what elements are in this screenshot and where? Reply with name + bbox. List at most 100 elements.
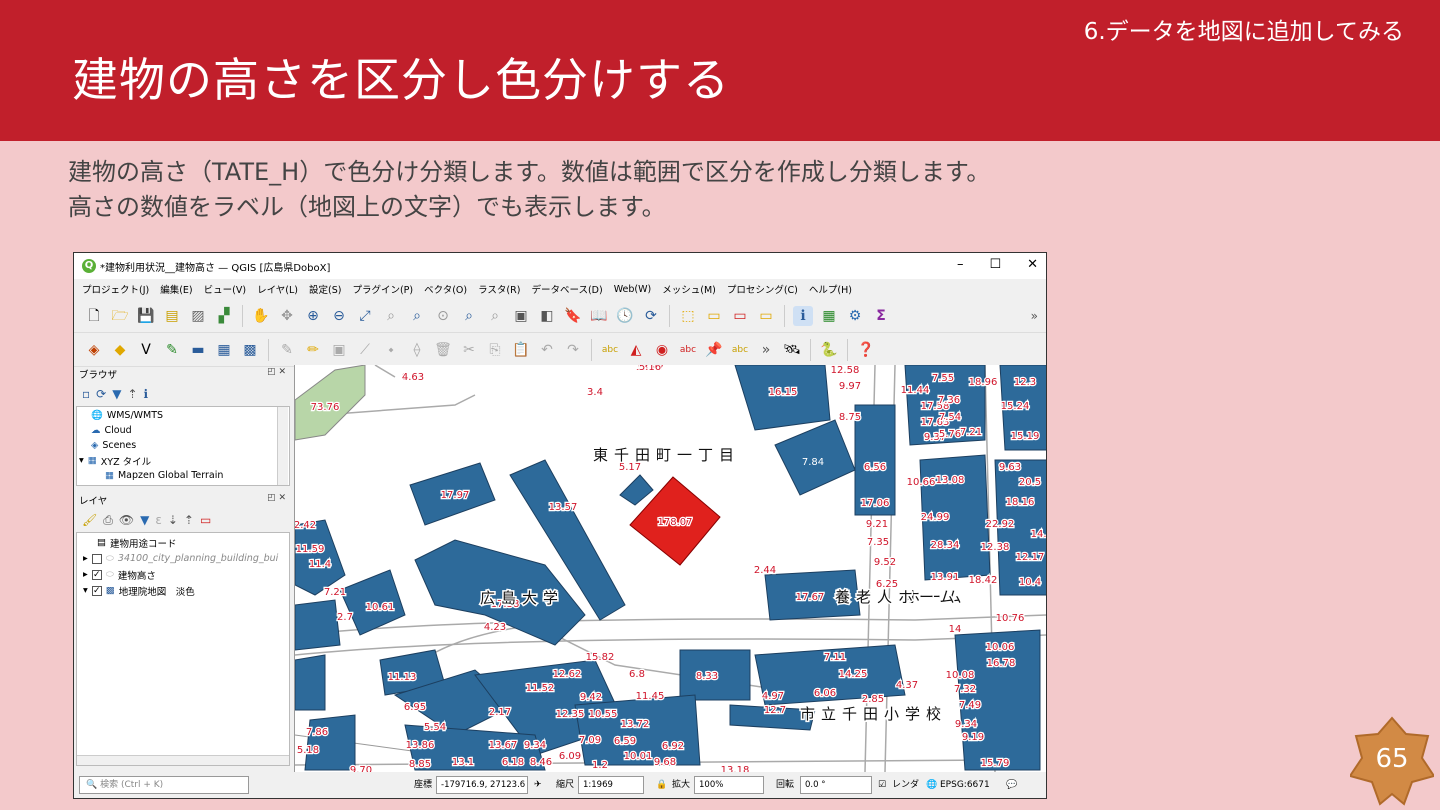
- browser-item-mapzen[interactable]: ▦ Mapzen Global Terrain: [105, 468, 223, 483]
- show-hide-labels-icon[interactable]: abc: [730, 340, 750, 360]
- browser-item-wms[interactable]: 🌐 WMS/WMTS: [91, 408, 163, 423]
- zoom-last-icon[interactable]: ⌕: [459, 306, 479, 326]
- modify-attributes-icon[interactable]: ⟠: [407, 340, 427, 360]
- menu-project[interactable]: プロジェクト(J): [82, 282, 149, 296]
- expand-all-icon[interactable]: ⇣: [168, 513, 178, 527]
- identify-features-icon[interactable]: ℹ: [793, 305, 813, 326]
- layer-checkbox[interactable]: [91, 553, 102, 564]
- browser-item-cloud[interactable]: ☁ Cloud: [91, 423, 132, 438]
- crs-globe-icon[interactable]: 🌐: [926, 777, 937, 794]
- paste-features-icon[interactable]: 📋: [511, 340, 531, 360]
- collapse-all-icon[interactable]: ⇡: [127, 387, 137, 401]
- zoom-next-icon[interactable]: ⌕: [485, 306, 505, 326]
- layer-item-gsi-map[interactable]: ▾ ✓ ▩ 地理院地図 淡色: [83, 583, 195, 598]
- coordinate-field[interactable]: -179716.9, 27123.6: [436, 776, 528, 794]
- crs-button[interactable]: EPSG:6671: [940, 777, 990, 794]
- zoom-in-icon[interactable]: ⊕: [303, 306, 323, 326]
- menu-plugins[interactable]: プラグイン(P): [352, 282, 413, 296]
- maximize-button[interactable]: ☐: [989, 257, 1001, 272]
- menu-help[interactable]: ヘルプ(H): [809, 282, 852, 296]
- new-3d-view-icon[interactable]: ◧: [537, 306, 557, 326]
- edit-pencil-icon[interactable]: ✎: [277, 340, 297, 360]
- new-project-icon[interactable]: 🗋: [84, 306, 104, 326]
- add-mesh-icon[interactable]: ▩: [240, 340, 260, 360]
- scale-field[interactable]: 1:1969: [578, 776, 644, 794]
- layer-checkbox[interactable]: ✓: [91, 569, 102, 580]
- deselect-icon[interactable]: ▭: [730, 306, 750, 326]
- layers-panel-close-icon[interactable]: ◰ ✕: [267, 493, 286, 503]
- messages-icon[interactable]: 💬: [1006, 777, 1017, 794]
- browser-item-scenes[interactable]: ◈ Scenes: [91, 438, 136, 453]
- filter-expression-icon[interactable]: ε: [155, 513, 162, 527]
- save-edits-icon[interactable]: ▣: [329, 340, 349, 360]
- menu-view[interactable]: ビュー(V): [204, 282, 246, 296]
- zoom-full-icon[interactable]: ⤢: [355, 306, 375, 326]
- layer-styling-icon[interactable]: ◭: [626, 340, 646, 360]
- digitize-icon[interactable]: ⟋: [355, 340, 375, 360]
- new-map-view-icon[interactable]: ▣: [511, 306, 531, 326]
- delete-selected-icon[interactable]: 🗑: [433, 340, 453, 360]
- layers-hscrollbar[interactable]: [77, 755, 289, 765]
- temporal-controller-icon[interactable]: 🕓: [615, 306, 635, 326]
- bookmark-icon[interactable]: 🔖: [563, 306, 583, 326]
- menu-web[interactable]: Web(W): [614, 284, 652, 295]
- menu-database[interactable]: データベース(D): [531, 282, 602, 296]
- remove-layer-icon[interactable]: ▭: [200, 513, 211, 527]
- layer-diagram-icon[interactable]: ◉: [652, 340, 672, 360]
- add-raster-icon[interactable]: ▦: [214, 340, 234, 360]
- layer-style-brush-icon[interactable]: 🖌: [82, 513, 97, 527]
- help-icon[interactable]: ❓: [856, 340, 876, 360]
- menu-layer[interactable]: レイヤ(L): [257, 282, 298, 296]
- pan-to-selection-icon[interactable]: ✥: [277, 306, 297, 326]
- pan-hand-icon[interactable]: ✋: [251, 306, 271, 326]
- select-features-icon[interactable]: ⬚: [678, 306, 698, 326]
- collapse-all-layers-icon[interactable]: ⇡: [184, 513, 194, 527]
- vertex-tool-icon[interactable]: ⬩: [381, 340, 401, 360]
- toolbar-overflow-2-icon[interactable]: »: [756, 340, 776, 360]
- layer-item-building-use[interactable]: ▤ 建物用途コード: [97, 535, 177, 550]
- add-wms-icon[interactable]: ▬: [188, 340, 208, 360]
- menu-processing[interactable]: プロセシング(C): [727, 282, 798, 296]
- browser-scrollbar[interactable]: [277, 407, 288, 485]
- panel-close-icon[interactable]: ◰ ✕: [267, 367, 286, 377]
- refresh-browser-icon[interactable]: ⟳: [96, 387, 106, 401]
- map-canvas[interactable]: 8.56 13.97 3.4 16.15 12.58 9.97 8.75 11.44 7.55 1…: [294, 365, 1046, 772]
- open-project-icon[interactable]: 🗁: [110, 306, 130, 326]
- browser-item-xyz[interactable]: ▾ ▦ XYZ タイル: [79, 453, 151, 468]
- layout-manager-icon[interactable]: ▨: [188, 306, 208, 326]
- add-group-icon[interactable]: ⎙: [103, 513, 113, 528]
- new-geopackage-icon[interactable]: ◆: [110, 340, 130, 360]
- statistics-sigma-icon[interactable]: Σ: [871, 306, 891, 326]
- lock-icon[interactable]: 🔒: [656, 777, 667, 794]
- menu-edit[interactable]: 編集(E): [160, 282, 192, 296]
- cut-features-icon[interactable]: ✂: [459, 340, 479, 360]
- undo-icon[interactable]: ↶: [537, 340, 557, 360]
- toolbar-overflow-icon[interactable]: »: [1031, 309, 1038, 323]
- filter-legend-icon[interactable]: ▼: [140, 513, 149, 527]
- add-delimited-text-icon[interactable]: V: [136, 340, 156, 360]
- zoom-layer-icon[interactable]: ⌕: [407, 306, 427, 326]
- show-bookmarks-icon[interactable]: 📖: [589, 306, 609, 326]
- menu-raster[interactable]: ラスタ(R): [478, 282, 520, 296]
- close-button[interactable]: ✕: [1027, 257, 1038, 272]
- save-project-icon[interactable]: 💾: [136, 306, 156, 326]
- style-manager-icon[interactable]: ▞: [214, 306, 234, 326]
- label-abc-icon[interactable]: abc: [600, 340, 620, 360]
- data-source-manager-icon[interactable]: ◈: [84, 340, 104, 360]
- add-selected-icon[interactable]: ▫: [82, 387, 90, 401]
- pin-labels-icon[interactable]: 📌: [704, 340, 724, 360]
- layer-item-building-height[interactable]: ▸ ✓ ⬭ 建物高さ: [83, 567, 156, 582]
- python-console-icon[interactable]: 🐍: [819, 340, 839, 360]
- georeferencer-icon[interactable]: 🛰: [782, 340, 802, 360]
- select-location-icon[interactable]: ▭: [756, 306, 776, 326]
- toolbox-gear-icon[interactable]: ⚙: [845, 306, 865, 326]
- menu-settings[interactable]: 設定(S): [309, 282, 341, 296]
- toggle-editing-icon[interactable]: ✏: [303, 340, 323, 360]
- menu-mesh[interactable]: メッシュ(M): [662, 282, 716, 296]
- new-print-layout-icon[interactable]: ▤: [162, 306, 182, 326]
- magnifier-field[interactable]: 100%: [694, 776, 764, 794]
- rotation-field[interactable]: 0.0 °: [800, 776, 872, 794]
- refresh-icon[interactable]: ⟳: [641, 306, 661, 326]
- zoom-selection-icon[interactable]: ⌕: [381, 306, 401, 326]
- redo-icon[interactable]: ↷: [563, 340, 583, 360]
